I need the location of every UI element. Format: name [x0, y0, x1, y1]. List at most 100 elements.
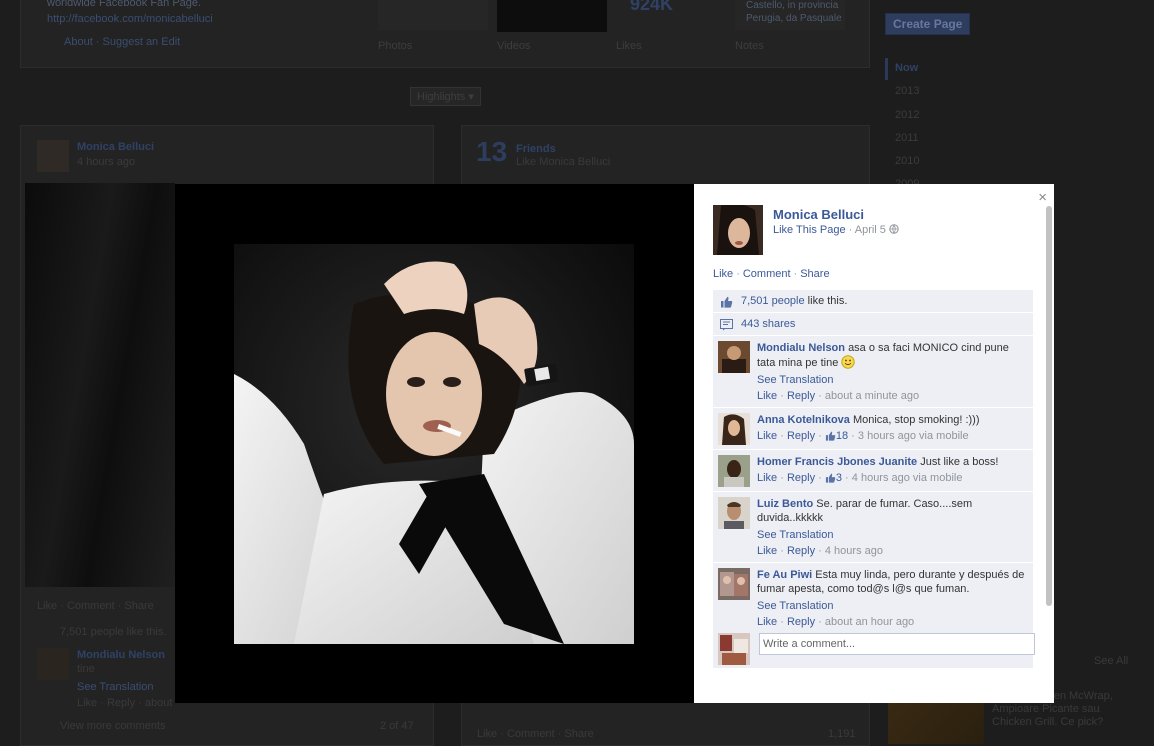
current-user-avatar[interactable]	[718, 633, 750, 665]
comment-meta: Like · Reply · 18 · 3 hours ago via mobi…	[757, 429, 1025, 445]
commenter-avatar[interactable]	[718, 568, 750, 600]
commenter-avatar[interactable]	[718, 455, 750, 487]
about-url[interactable]: http://facebook.com/monicabelluci	[47, 13, 213, 25]
see-translation-link[interactable]: See Translation	[757, 599, 1025, 613]
friends-title[interactable]: Friends	[516, 143, 556, 155]
comment-like-link[interactable]: Like	[757, 472, 777, 484]
timeline-year[interactable]: 2011	[895, 132, 919, 144]
share-icon	[720, 319, 733, 334]
commenter-avatar[interactable]	[718, 341, 750, 373]
comment-text: Just like a boss!	[920, 456, 999, 468]
shares-link[interactable]: 443 shares	[741, 318, 795, 330]
post-likes[interactable]: 7,501 people like this.	[60, 626, 166, 638]
share-action[interactable]: Share	[800, 268, 829, 280]
commenter-name[interactable]: Mondialu Nelson	[757, 342, 845, 354]
post-actions: Like · Comment · Share	[713, 268, 830, 280]
about-links[interactable]: About · Suggest an Edit	[64, 36, 180, 48]
comment-reply-link[interactable]: Reply	[787, 545, 815, 557]
timeline-year[interactable]: 2013	[895, 85, 919, 97]
see-translation-link[interactable]: See Translation	[757, 373, 1025, 387]
photos-thumb[interactable]	[378, 0, 488, 30]
close-icon[interactable]: ×	[1038, 189, 1047, 206]
see-translation-link[interactable]: See Translation	[757, 528, 1025, 542]
comment-meta: Like · Reply · 3 · 4 hours ago via mobil…	[757, 471, 1025, 487]
nav-photos[interactable]: Photos	[378, 40, 412, 52]
commenter-name[interactable]: Homer Francis Jbones Juanite	[757, 456, 917, 468]
friends-sub: Like Monica Belluci	[516, 156, 611, 168]
create-page-button[interactable]: Create Page	[885, 13, 971, 35]
videos-thumb[interactable]	[497, 0, 607, 32]
comment-time[interactable]: about an hour ago	[825, 616, 914, 628]
timeline-now[interactable]: Now	[895, 62, 918, 74]
likes-count: 924K	[630, 0, 674, 14]
commenter-name[interactable]: Luiz Bento	[757, 498, 813, 510]
view-more-comments[interactable]: View more comments	[60, 720, 166, 732]
bottom-count: 1,191	[828, 728, 856, 740]
comment-time[interactable]: about a minute ago	[825, 390, 919, 402]
comment-action[interactable]: Comment	[743, 268, 791, 280]
post-commenter-avatar[interactable]	[37, 648, 69, 680]
smiley-icon	[841, 355, 856, 369]
about-line: worldwide Facebook Fan Page.	[47, 0, 202, 9]
shares-row: 443 shares	[713, 313, 1033, 336]
nav-videos[interactable]: Videos	[497, 40, 530, 52]
commenter-avatar[interactable]	[718, 497, 750, 529]
comment-item: Luiz Bento Se. parar de fumar. Caso....s…	[713, 492, 1033, 563]
bottom-actions[interactable]: Like · Comment · Share	[477, 728, 594, 740]
comment-likes-count[interactable]: 18	[825, 430, 848, 442]
comment-reply-link[interactable]: Reply	[787, 430, 815, 442]
comment-like-link[interactable]: Like	[757, 545, 777, 557]
comment-like-link[interactable]: Like	[757, 390, 777, 402]
comment-item: Mondialu Nelson asa o sa faci MONICO cin…	[713, 336, 1033, 408]
comment-time[interactable]: 3 hours ago via mobile	[858, 430, 969, 442]
owner-avatar[interactable]	[713, 205, 763, 255]
comment-item: Homer Francis Jbones Juanite Just like a…	[713, 450, 1033, 492]
post-author[interactable]: Monica Belluci	[77, 141, 154, 153]
comment-item: Fe Au Piwi Esta muy linda, pero durante …	[713, 563, 1033, 634]
comment-reply-link[interactable]: Reply	[787, 390, 815, 402]
like-page-link[interactable]: Like This Page	[773, 224, 846, 236]
comments-pager: 2 of 47	[380, 720, 414, 732]
write-comment-input[interactable]	[759, 633, 1035, 655]
post-commenter[interactable]: Mondialu Nelson	[77, 649, 165, 661]
photo-stage[interactable]	[175, 184, 694, 703]
post-like-reply[interactable]: Like · Reply · about	[77, 697, 172, 709]
commenter-name[interactable]: Fe Au Piwi	[757, 569, 812, 581]
post-time[interactable]: 4 hours ago	[77, 156, 135, 168]
comment-meta: Like · Reply · about a minute ago	[757, 390, 920, 402]
likes-count-link[interactable]: 7,501 people	[741, 295, 805, 307]
place-text-1: Castello, in provincia	[746, 0, 839, 11]
commenter-name[interactable]: Anna Kotelnikova	[757, 414, 850, 426]
main-photo[interactable]	[234, 244, 634, 644]
comment-item: Anna Kotelnikova Monica, stop smoking! :…	[713, 408, 1033, 450]
friends-count: 13	[476, 136, 508, 167]
post-comment-tail: tine	[77, 663, 95, 675]
post-actions[interactable]: Like · Comment · Share	[37, 600, 154, 612]
comment-like-link[interactable]: Like	[757, 430, 777, 442]
nav-likes[interactable]: Likes	[616, 40, 642, 52]
see-all-link[interactable]: See All	[1094, 655, 1128, 667]
comment-likes-count[interactable]: 3	[825, 472, 842, 484]
like-action[interactable]: Like	[713, 268, 733, 280]
post-see-translation[interactable]: See Translation	[77, 681, 153, 693]
commenter-avatar[interactable]	[718, 413, 750, 445]
comment-reply-link[interactable]: Reply	[787, 472, 815, 484]
globe-icon	[889, 224, 899, 236]
place-text-2: Perugia, da Pasquale	[746, 13, 842, 24]
timeline-year[interactable]: 2012	[895, 109, 919, 121]
post-photo[interactable]	[25, 183, 175, 587]
comment-time[interactable]: 4 hours ago	[825, 545, 883, 557]
comment-reply-link[interactable]: Reply	[787, 616, 815, 628]
owner-name[interactable]: Monica Belluci	[773, 207, 864, 222]
nav-notes[interactable]: Notes	[735, 40, 764, 52]
timeline-marker	[885, 58, 888, 80]
thumbs-up-icon	[720, 296, 733, 311]
comment-time[interactable]: 4 hours ago via mobile	[852, 472, 963, 484]
comment-like-link[interactable]: Like	[757, 616, 777, 628]
post-date[interactable]: April 5	[855, 224, 886, 236]
post-avatar[interactable]	[37, 140, 69, 172]
timeline-year[interactable]: 2010	[895, 155, 919, 167]
highlights-dropdown[interactable]: Highlights ▾	[410, 87, 481, 106]
panel-scrollbar[interactable]	[1046, 206, 1052, 606]
write-comment-bar	[713, 628, 1035, 668]
